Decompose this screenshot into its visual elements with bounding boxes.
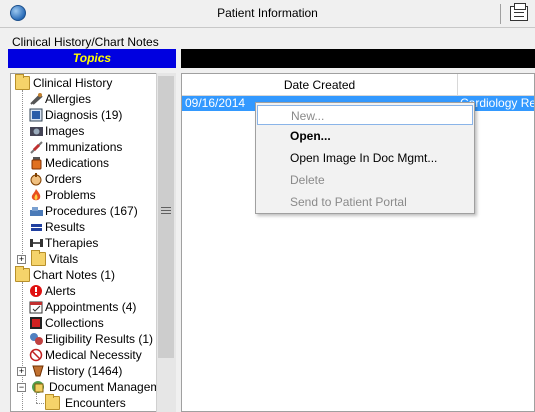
menu-item-open-image-doc-mgmt[interactable]: Open Image In Doc Mgmt... — [256, 148, 474, 168]
collapse-icon[interactable]: − — [17, 383, 26, 392]
history-icon — [31, 364, 46, 378]
title-divider — [500, 4, 501, 24]
menu-item-open[interactable]: Open... — [256, 126, 474, 146]
tree-line — [22, 282, 23, 411]
procedures-icon — [29, 204, 44, 218]
context-menu: New... Open... Open Image In Doc Mgmt...… — [255, 102, 475, 214]
tree-line — [36, 393, 37, 403]
diagnosis-icon — [29, 108, 44, 122]
eligibility-icon — [29, 332, 44, 346]
tree-scrollbar-thumb[interactable] — [158, 76, 174, 358]
cell-date-created: 09/16/2014 — [185, 96, 246, 110]
orders-icon — [29, 172, 44, 186]
fire-icon — [29, 188, 44, 202]
printer-icon[interactable] — [510, 3, 528, 21]
menu-item-send-to-patient-portal[interactable]: Send to Patient Portal — [256, 192, 474, 212]
tree-line — [36, 403, 44, 404]
scroll-grip-icon — [161, 207, 171, 215]
pill-bottle-icon — [29, 156, 44, 170]
alert-icon — [29, 284, 44, 298]
column-header-date-created[interactable]: Date Created — [182, 74, 458, 96]
tree-line — [22, 90, 23, 262]
collections-icon — [29, 316, 44, 330]
allergies-icon — [29, 92, 44, 106]
no-sign-icon — [29, 348, 44, 362]
title-bar: Patient Information — [0, 0, 535, 28]
menu-item-new[interactable]: New... — [257, 105, 473, 125]
document-management-icon — [31, 380, 46, 394]
window-title: Patient Information — [217, 6, 318, 20]
section-subheader: Clinical History/Chart Notes — [12, 35, 159, 49]
topics-header: Topics — [8, 49, 176, 68]
dumbbell-icon — [29, 236, 44, 250]
folder-icon — [31, 250, 46, 266]
appointments-icon — [29, 300, 44, 314]
folder-icon — [15, 266, 30, 282]
camera-icon — [29, 124, 44, 138]
results-icon — [29, 220, 44, 234]
topics-tree[interactable]: Clinical History Allergies Diagnosis (19… — [10, 73, 176, 412]
grid-header: Date Created — [182, 74, 534, 96]
content-header-bar — [181, 49, 535, 68]
menu-item-delete[interactable]: Delete — [256, 170, 474, 190]
syringe-icon — [29, 140, 44, 154]
folder-icon — [45, 394, 60, 410]
expand-icon[interactable]: + — [17, 255, 26, 264]
folder-icon — [15, 74, 30, 90]
expand-icon[interactable]: + — [17, 367, 26, 376]
